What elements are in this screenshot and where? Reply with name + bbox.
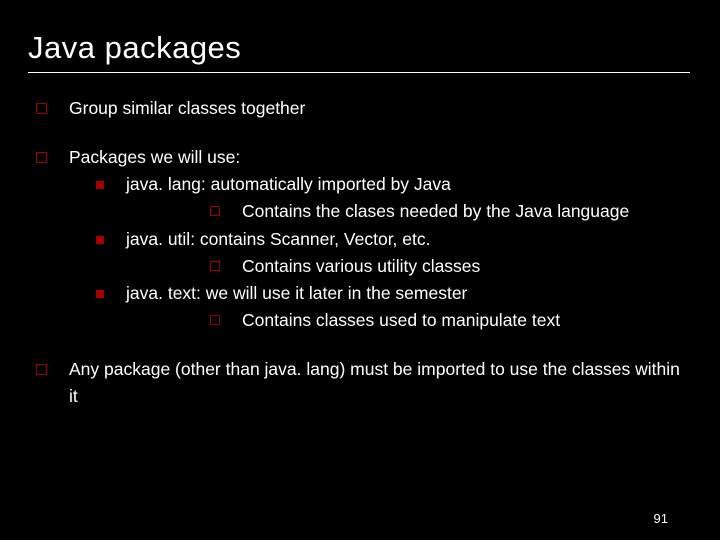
bullet-level2: java. text: we will use it later in the … <box>96 280 692 334</box>
square-open-icon <box>36 152 47 163</box>
bullet-text: Any package (other than java. lang) must… <box>69 356 692 410</box>
square-open-icon <box>210 261 220 271</box>
bullet-level3: Contains various utility classes <box>210 253 692 280</box>
bullet-text: Contains various utility classes <box>242 253 480 280</box>
bullet-text: java. util: contains Scanner, Vector, et… <box>126 226 430 253</box>
title-underline <box>28 72 690 73</box>
square-open-icon <box>210 206 220 216</box>
slide: Java packages Group similar classes toge… <box>0 0 720 540</box>
bullet-level1: Group similar classes together <box>36 95 692 122</box>
square-solid-icon <box>96 181 104 189</box>
square-solid-icon <box>96 236 104 244</box>
page-number: 91 <box>654 511 668 526</box>
square-open-icon <box>36 364 47 375</box>
bullet-level1: Any package (other than java. lang) must… <box>36 356 692 410</box>
bullet-level3: Contains classes used to manipulate text <box>210 307 692 334</box>
bullet-text: Contains classes used to manipulate text <box>242 307 560 334</box>
bullet-level1: Packages we will use: java. lang: automa… <box>36 144 692 334</box>
bullet-level2: java. util: contains Scanner, Vector, et… <box>96 226 692 280</box>
bullet-level3: Contains the clases needed by the Java l… <box>210 198 692 225</box>
slide-content: Group similar classes together Packages … <box>28 95 692 410</box>
bullet-text: Group similar classes together <box>69 95 305 122</box>
square-open-icon <box>36 103 47 114</box>
slide-title: Java packages <box>28 30 692 66</box>
bullet-text: java. text: we will use it later in the … <box>126 280 467 307</box>
square-open-icon <box>210 315 220 325</box>
bullet-text: java. lang: automatically imported by Ja… <box>126 171 451 198</box>
bullet-text: Contains the clases needed by the Java l… <box>242 198 629 225</box>
bullet-level2: java. lang: automatically imported by Ja… <box>96 171 692 225</box>
square-solid-icon <box>96 290 104 298</box>
bullet-text: Packages we will use: <box>69 144 240 171</box>
